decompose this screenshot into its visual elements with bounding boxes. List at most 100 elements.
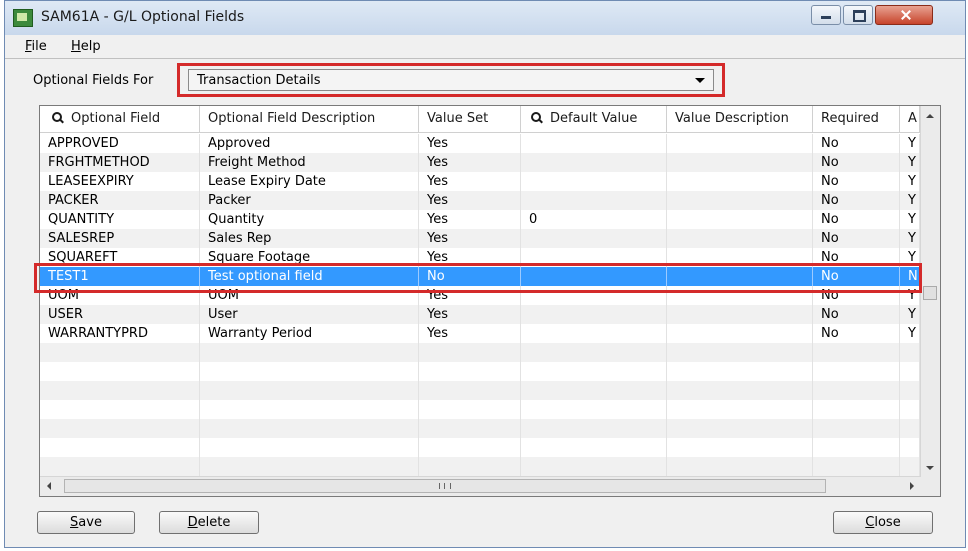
search-icon[interactable] xyxy=(52,112,63,123)
scroll-right-arrow-icon[interactable] xyxy=(910,482,914,490)
cell-value-description[interactable] xyxy=(667,134,813,153)
cell-required[interactable]: No xyxy=(813,305,900,324)
cell-required[interactable] xyxy=(813,343,900,362)
cell-value-set[interactable]: Yes xyxy=(419,210,521,229)
cell-description[interactable] xyxy=(200,438,419,457)
scroll-down-arrow-icon[interactable] xyxy=(926,466,934,470)
column-header-optional-field[interactable]: Optional Field xyxy=(40,106,200,132)
cell-required[interactable] xyxy=(813,419,900,438)
scroll-left-arrow-icon[interactable] xyxy=(47,482,51,490)
table-row[interactable]: LEASEEXPIRY Lease Expiry Date Yes No Y xyxy=(40,172,920,191)
cell-default-value[interactable] xyxy=(521,191,667,210)
cell-required[interactable] xyxy=(813,362,900,381)
cell-required[interactable]: No xyxy=(813,153,900,172)
cell-auto[interactable]: Y xyxy=(900,210,920,229)
empty-row[interactable] xyxy=(40,457,920,476)
cell-value-set[interactable] xyxy=(419,343,521,362)
cell-value-set[interactable]: Yes xyxy=(419,305,521,324)
empty-row[interactable] xyxy=(40,381,920,400)
cell-value-set[interactable] xyxy=(419,381,521,400)
cell-value-description[interactable] xyxy=(667,419,813,438)
cell-optional-field[interactable] xyxy=(40,457,200,476)
cell-optional-field[interactable] xyxy=(40,438,200,457)
search-icon[interactable] xyxy=(531,112,542,123)
cell-optional-field[interactable] xyxy=(40,400,200,419)
cell-optional-field[interactable]: PACKER xyxy=(40,191,200,210)
cell-auto[interactable] xyxy=(900,362,920,381)
table-row[interactable]: USER User Yes No Y xyxy=(40,305,920,324)
cell-default-value[interactable] xyxy=(521,400,667,419)
cell-description[interactable] xyxy=(200,381,419,400)
empty-row[interactable] xyxy=(40,400,920,419)
cell-required[interactable]: No xyxy=(813,324,900,343)
cell-description[interactable]: Sales Rep xyxy=(200,229,419,248)
cell-value-set[interactable]: Yes xyxy=(419,153,521,172)
cell-description[interactable]: Lease Expiry Date xyxy=(200,172,419,191)
cell-default-value[interactable] xyxy=(521,457,667,476)
horizontal-scroll-thumb[interactable] xyxy=(64,479,826,493)
cell-value-description[interactable] xyxy=(667,362,813,381)
cell-auto[interactable]: Y xyxy=(900,324,920,343)
cell-description[interactable]: Approved xyxy=(200,134,419,153)
cell-value-description[interactable] xyxy=(667,153,813,172)
delete-button[interactable]: Delete xyxy=(159,511,259,534)
cell-value-set[interactable]: Yes xyxy=(419,229,521,248)
table-row[interactable]: SALESREP Sales Rep Yes No Y xyxy=(40,229,920,248)
cell-value-description[interactable] xyxy=(667,305,813,324)
column-header-description[interactable]: Optional Field Description xyxy=(200,106,419,132)
cell-description[interactable] xyxy=(200,419,419,438)
cell-value-set[interactable] xyxy=(419,457,521,476)
minimize-button[interactable] xyxy=(811,5,841,25)
cell-value-description[interactable] xyxy=(667,438,813,457)
cell-optional-field[interactable] xyxy=(40,362,200,381)
cell-optional-field[interactable]: SALESREP xyxy=(40,229,200,248)
cell-value-description[interactable] xyxy=(667,343,813,362)
cell-auto[interactable]: Y xyxy=(900,229,920,248)
close-window-button[interactable] xyxy=(875,5,933,25)
cell-optional-field[interactable]: LEASEEXPIRY xyxy=(40,172,200,191)
cell-description[interactable]: Packer xyxy=(200,191,419,210)
column-header-value-description[interactable]: Value Description xyxy=(667,106,813,132)
cell-default-value[interactable]: 0 xyxy=(521,210,667,229)
cell-required[interactable] xyxy=(813,400,900,419)
cell-description[interactable]: Warranty Period xyxy=(200,324,419,343)
cell-value-description[interactable] xyxy=(667,457,813,476)
cell-required[interactable] xyxy=(813,457,900,476)
cell-value-description[interactable] xyxy=(667,229,813,248)
cell-value-set[interactable]: Yes xyxy=(419,324,521,343)
cell-value-description[interactable] xyxy=(667,172,813,191)
cell-value-description[interactable] xyxy=(667,324,813,343)
empty-row[interactable] xyxy=(40,419,920,438)
table-row[interactable]: APPROVED Approved Yes No Y xyxy=(40,134,920,153)
cell-optional-field[interactable]: WARRANTYPRD xyxy=(40,324,200,343)
maximize-button[interactable] xyxy=(843,5,873,25)
cell-default-value[interactable] xyxy=(521,419,667,438)
cell-default-value[interactable] xyxy=(521,305,667,324)
cell-default-value[interactable] xyxy=(521,362,667,381)
cell-default-value[interactable] xyxy=(521,229,667,248)
cell-auto[interactable]: Y xyxy=(900,172,920,191)
cell-value-set[interactable] xyxy=(419,419,521,438)
cell-value-description[interactable] xyxy=(667,400,813,419)
table-row[interactable]: FRGHTMETHOD Freight Method Yes No Y xyxy=(40,153,920,172)
cell-required[interactable]: No xyxy=(813,172,900,191)
column-header-default-value[interactable]: Default Value xyxy=(521,106,667,132)
table-row[interactable]: QUANTITY Quantity Yes 0 No Y xyxy=(40,210,920,229)
column-header-required[interactable]: Required xyxy=(813,106,900,132)
cell-value-set[interactable]: Yes xyxy=(419,172,521,191)
cell-optional-field[interactable]: APPROVED xyxy=(40,134,200,153)
cell-auto[interactable] xyxy=(900,343,920,362)
menu-file[interactable]: File xyxy=(25,39,47,54)
cell-default-value[interactable] xyxy=(521,134,667,153)
cell-required[interactable]: No xyxy=(813,210,900,229)
cell-default-value[interactable] xyxy=(521,381,667,400)
cell-auto[interactable] xyxy=(900,419,920,438)
cell-value-description[interactable] xyxy=(667,381,813,400)
vertical-scroll-thumb[interactable] xyxy=(923,286,937,300)
cell-auto[interactable]: Y xyxy=(900,134,920,153)
cell-auto[interactable] xyxy=(900,457,920,476)
cell-value-set[interactable] xyxy=(419,438,521,457)
column-header-auto[interactable]: A xyxy=(900,106,920,132)
cell-default-value[interactable] xyxy=(521,438,667,457)
cell-description[interactable]: Quantity xyxy=(200,210,419,229)
